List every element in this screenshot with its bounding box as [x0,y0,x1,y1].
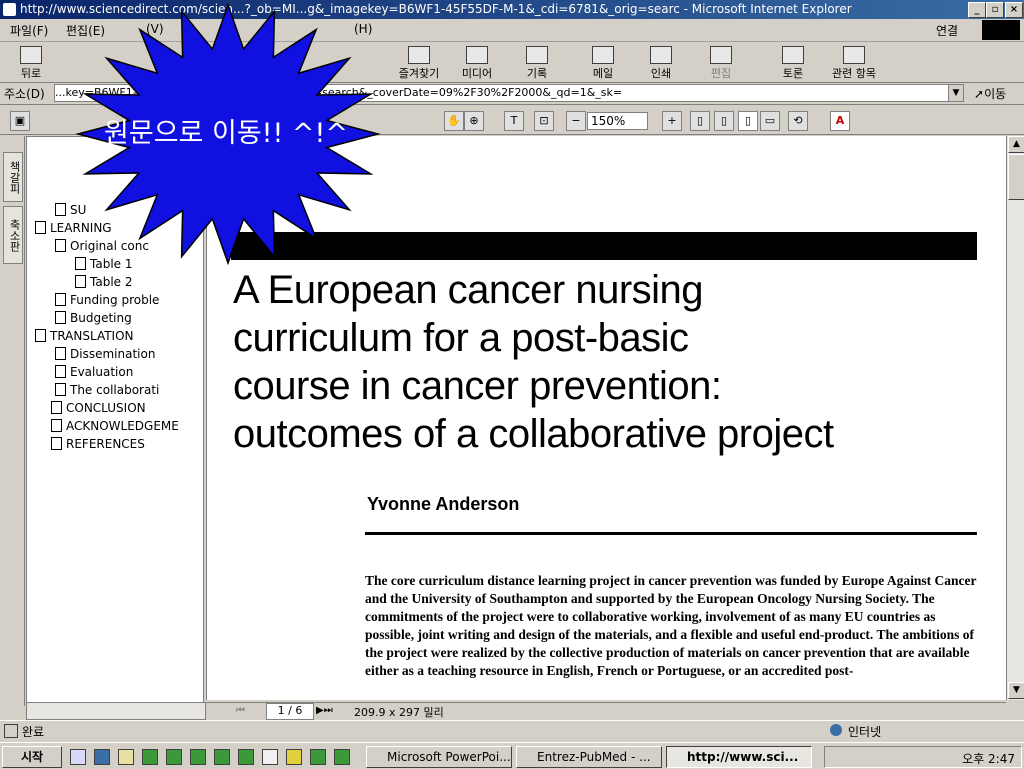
callout-starburst[interactable]: 원문으로 이동!! ^!^ [28,0,488,270]
excel-quicklaunch-icon[interactable] [142,749,158,765]
zoom-input[interactable]: 150% [587,112,648,130]
taskbar: 시작 Microsoft PowerPoi... Entrez-PubMed -… [0,742,1024,769]
discuss-icon [782,46,804,64]
discuss-button[interactable]: 토론 [768,46,818,81]
page-icon [51,419,62,432]
divider [365,532,977,535]
windows-logo-icon [982,20,1020,40]
edit-button[interactable]: 편집 [696,46,746,81]
document-quicklaunch-icon[interactable] [262,749,278,765]
bookmark-item[interactable]: ACKNOWLEDGEME [51,419,179,433]
history-button[interactable]: 기록 [512,46,562,81]
tab-bookmarks[interactable]: 책갈피 [3,152,23,202]
adobe-icon[interactable]: A [830,111,850,131]
maximize-button[interactable]: ▫ [986,2,1004,18]
status-bar: 완료 인터넷 [0,720,1024,741]
taskbar-browser[interactable]: http://www.sci... [666,746,812,768]
bookmark-item[interactable]: Funding proble [55,293,159,307]
printer-icon [650,46,672,64]
title-line: outcomes of a collaborative project [233,412,834,456]
connect-label: 연결 [936,24,959,38]
actual-size-icon[interactable]: ▯ [690,111,710,131]
next-page-icon[interactable]: ▶⏭ [316,705,333,716]
mail-icon [592,46,614,64]
zoom-out-icon[interactable]: − [566,111,586,131]
excel-quicklaunch-icon[interactable] [310,749,326,765]
page-icon [55,293,66,306]
globe-icon [830,724,842,736]
title-line: course in cancer prevention: [233,364,722,408]
zoom-in-icon[interactable]: + [662,111,682,131]
fit-page-icon[interactable]: ▯ [714,111,734,131]
bookmark-item[interactable]: The collaborati [55,383,159,397]
page-size-label: 209.9 x 297 밀리 [354,706,444,719]
scroll-up-button[interactable]: ▲ [1008,136,1024,153]
related-icon [843,46,865,64]
start-button[interactable]: 시작 [2,746,62,768]
page-icon [35,329,46,342]
bookmark-item[interactable]: TRANSLATION [35,329,134,343]
navigation-tabs: 책갈피 축소판 [0,136,25,706]
tab-thumbnails[interactable]: 축소판 [3,206,23,264]
address-dropdown[interactable]: ▼ [948,84,964,102]
scroll-down-button[interactable]: ▼ [1008,682,1024,699]
ie-icon [3,3,16,16]
mail-button[interactable]: 메일 [578,46,628,81]
first-page-icon[interactable]: ⏮ [236,705,245,716]
text-select-icon[interactable]: T [504,111,524,131]
bookmark-item[interactable]: Evaluation [55,365,133,379]
scroll-thumb[interactable] [1008,154,1024,200]
media-quicklaunch-icon[interactable] [286,749,302,765]
print-button[interactable]: 인쇄 [636,46,686,81]
title-line: curriculum for a post-basic [233,316,689,360]
related-button[interactable]: 관련 항목 [826,46,882,81]
quicklaunch-icon[interactable] [70,749,86,765]
bookmark-item[interactable]: Table 2 [75,275,132,289]
zone-label: 인터넷 [848,725,882,739]
bookmark-item[interactable]: Budgeting [55,311,132,325]
page-icon [55,383,66,396]
fit-visible-icon[interactable]: ▭ [760,111,780,131]
taskbar-powerpoint[interactable]: Microsoft PowerPoi... [366,746,512,768]
page-number-field[interactable]: 1 / 6 [266,703,314,720]
minimize-button[interactable]: _ [968,2,986,18]
article-title: A European cancer nursing curriculum for… [233,266,973,458]
pdf-page-navigation: ⏮ 1 / 6 ▶⏭ 209.9 x 297 밀리 [206,702,1006,721]
page-icon [51,437,62,450]
page-icon [55,347,66,360]
graphics-select-icon[interactable]: ⊡ [534,111,554,131]
page-icon [75,275,86,288]
excel-quicklaunch-icon[interactable] [334,749,350,765]
title-line: A European cancer nursing [233,268,704,312]
vertical-scrollbar[interactable]: ▲ ▼ [1006,136,1024,700]
bookmark-item[interactable]: CONCLUSION [51,401,146,415]
excel-quicklaunch-icon[interactable] [190,749,206,765]
excel-quicklaunch-icon[interactable] [214,749,230,765]
rotate-icon[interactable]: ⟲ [788,111,808,131]
system-tray: 오후 2:47 [824,746,1022,768]
page-icon [55,311,66,324]
taskbar-pubmed[interactable]: Entrez-PubMed - ... [516,746,662,768]
callout-text: 원문으로 이동!! ^!^ [104,118,348,149]
bookmarks-hscrollbar[interactable] [26,702,206,720]
bookmark-item[interactable]: Dissemination [55,347,155,361]
page-icon [55,365,66,378]
article-abstract: The core curriculum distance learning pr… [365,573,977,678]
excel-quicklaunch-icon[interactable] [166,749,182,765]
word-icon [710,46,732,64]
fit-width-icon[interactable]: ▯ [738,111,758,131]
history-icon [526,46,548,64]
excel-quicklaunch-icon[interactable] [238,749,254,765]
article-author: Yvonne Anderson [367,494,520,514]
save-icon[interactable]: ▣ [10,111,30,131]
page-done-icon [4,724,18,738]
bookmark-item[interactable]: REFERENCES [51,437,145,451]
go-button[interactable]: ➚이동 [974,85,1006,102]
status-text: 완료 [22,725,45,739]
clock: 오후 2:47 [962,752,1015,766]
ie-quicklaunch-icon[interactable] [94,749,110,765]
page-icon [51,401,62,414]
outlook-quicklaunch-icon[interactable] [118,749,134,765]
close-button[interactable]: × [1005,2,1023,18]
